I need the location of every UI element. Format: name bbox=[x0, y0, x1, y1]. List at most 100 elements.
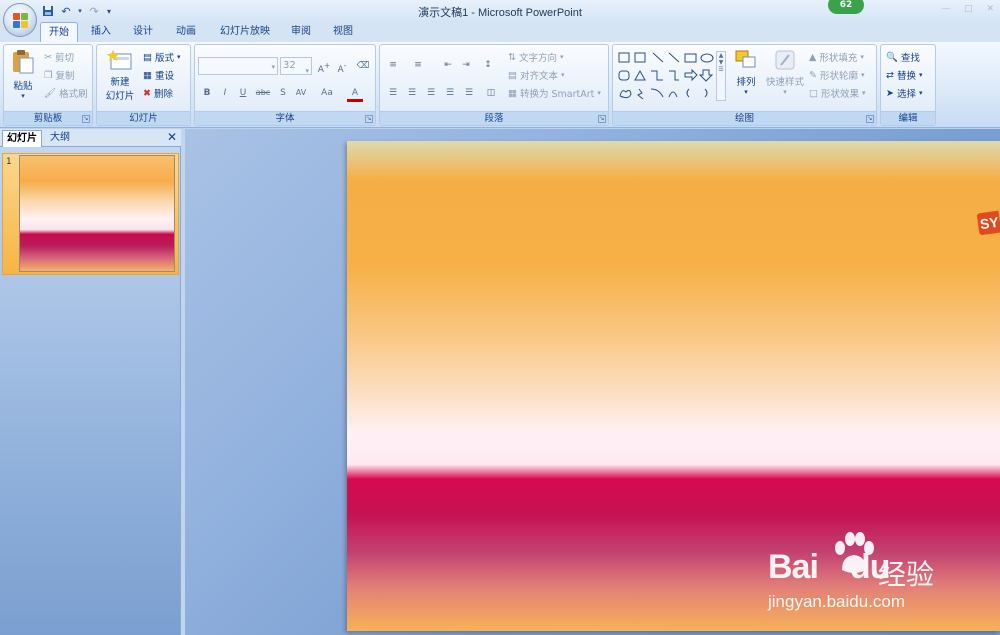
format-painter-button[interactable]: 🖌 格式刷 bbox=[44, 86, 88, 101]
shapes-scroll[interactable]: ▲ ▼ ☰ bbox=[716, 51, 726, 101]
clear-format-icon[interactable]: ⌫ bbox=[355, 58, 371, 74]
clipboard-launcher-icon[interactable]: ↘ bbox=[82, 115, 90, 123]
close-window-button[interactable]: ✕ bbox=[986, 4, 994, 14]
arrange-icon bbox=[735, 50, 756, 68]
paste-button[interactable]: 粘贴 ▾ bbox=[8, 49, 38, 100]
tab-slides[interactable]: 幻灯片 bbox=[2, 130, 42, 147]
align-left-icon[interactable]: ☰ bbox=[385, 85, 401, 101]
notification-badge: 62 bbox=[828, 0, 864, 14]
smartart-icon: ▦ bbox=[508, 87, 517, 99]
font-launcher-icon[interactable]: ↘ bbox=[365, 115, 373, 123]
paragraph-launcher-icon[interactable]: ↘ bbox=[598, 115, 606, 123]
maximize-button[interactable]: □ bbox=[964, 4, 973, 14]
distributed-icon[interactable]: ☰ bbox=[461, 85, 477, 101]
columns-icon[interactable]: ◫ bbox=[483, 85, 499, 101]
shrink-font-icon[interactable]: A- bbox=[334, 58, 350, 75]
increase-indent-icon[interactable]: ⇥ bbox=[458, 57, 474, 73]
font-name-dropdown-icon: ▾ bbox=[271, 63, 275, 71]
brush-icon: 🖌 bbox=[44, 87, 57, 99]
quick-styles-label: 快速样式 bbox=[765, 77, 804, 88]
paragraph-group-label: 段落 bbox=[380, 111, 608, 125]
layout-button[interactable]: ▤ 版式 ▾ bbox=[143, 50, 181, 65]
font-name-combo[interactable]: ▾ bbox=[198, 57, 278, 75]
line-spacing-icon[interactable]: ↕ bbox=[480, 57, 496, 73]
arrange-label: 排列 bbox=[736, 77, 756, 88]
arrange-dropdown-icon: ▾ bbox=[744, 88, 748, 96]
cut-button[interactable]: ✂ 剪切 bbox=[44, 50, 74, 65]
copy-button[interactable]: ❐ 复制 bbox=[44, 68, 75, 83]
tab-view[interactable]: 视图 bbox=[327, 22, 359, 42]
reset-label: 重设 bbox=[154, 71, 174, 82]
delete-slide-button[interactable]: ✖ 删除 bbox=[143, 86, 173, 101]
scissors-icon: ✂ bbox=[44, 51, 52, 63]
align-text-icon: ▤ bbox=[508, 69, 517, 81]
quick-styles-button[interactable]: 快速样式 ▾ bbox=[763, 49, 807, 96]
convert-smartart-button[interactable]: ▦ 转换为 SmartArt ▾ bbox=[508, 86, 601, 101]
align-text-label: 对齐文本 bbox=[519, 71, 558, 82]
numbering-icon[interactable]: ≡ bbox=[410, 57, 426, 73]
shape-outline-button[interactable]: ✎ 形状轮廓 ▾ bbox=[809, 68, 865, 83]
font-size-combo[interactable]: 32 ▾ bbox=[280, 57, 312, 75]
new-slide-button[interactable]: 新建 幻灯片 bbox=[100, 49, 140, 102]
shape-effects-dropdown-icon: ▾ bbox=[862, 89, 866, 97]
slides-panel: 幻灯片 大纲 ✕ 1 bbox=[0, 129, 181, 635]
find-label: 查找 bbox=[900, 53, 920, 64]
paint-bucket-icon: ▲ bbox=[809, 51, 817, 63]
tab-slideshow[interactable]: 幻灯片放映 bbox=[214, 22, 276, 42]
find-button[interactable]: 🔍 查找 bbox=[886, 50, 920, 65]
quick-styles-icon bbox=[775, 50, 795, 70]
align-text-button[interactable]: ▤ 对齐文本 ▾ bbox=[508, 68, 565, 83]
drawing-launcher-icon[interactable]: ↘ bbox=[866, 115, 874, 123]
strikethrough-icon[interactable]: abc bbox=[255, 85, 271, 101]
font-color-icon[interactable]: A bbox=[347, 85, 363, 102]
office-button[interactable] bbox=[3, 3, 37, 37]
tab-insert[interactable]: 插入 bbox=[85, 22, 117, 42]
bold-icon[interactable]: B bbox=[199, 85, 215, 101]
underline-icon[interactable]: U bbox=[235, 85, 251, 101]
shape-outline-dropdown-icon: ▾ bbox=[860, 71, 865, 79]
shape-outline-label: 形状轮廓 bbox=[819, 71, 858, 82]
select-button[interactable]: ➤ 选择 ▾ bbox=[886, 86, 923, 101]
align-center-icon[interactable]: ☰ bbox=[404, 85, 420, 101]
close-panel-icon[interactable]: ✕ bbox=[167, 130, 177, 144]
reset-icon: ▦ bbox=[143, 69, 152, 81]
tab-animations[interactable]: 动画 bbox=[170, 22, 202, 42]
replace-button[interactable]: ⇄ 替换 ▾ bbox=[886, 68, 923, 83]
paste-label: 粘贴 bbox=[13, 81, 33, 92]
copy-icon: ❐ bbox=[44, 69, 53, 81]
drawing-group-label: 绘图 bbox=[613, 111, 876, 125]
text-direction-button[interactable]: ⇅ 文字方向 ▾ bbox=[508, 50, 564, 65]
slide-number: 1 bbox=[6, 157, 12, 167]
tab-outline[interactable]: 大纲 bbox=[46, 130, 74, 147]
title-bar: ↶ ▾ ↷ ▾ 演示文稿1 - Microsoft PowerPoint 62 … bbox=[0, 0, 1000, 22]
bullets-icon[interactable]: ≡ bbox=[385, 57, 401, 73]
reset-button[interactable]: ▦ 重设 bbox=[143, 68, 174, 83]
char-spacing-icon[interactable]: AV bbox=[293, 85, 309, 101]
justify-icon[interactable]: ☰ bbox=[442, 85, 458, 101]
effects-icon: □ bbox=[809, 87, 818, 99]
arrange-button[interactable]: 排列 ▾ bbox=[731, 49, 761, 96]
tab-review[interactable]: 审阅 bbox=[285, 22, 317, 42]
shape-effects-button[interactable]: □ 形状效果 ▾ bbox=[809, 86, 866, 101]
decrease-indent-icon[interactable]: ⇤ bbox=[440, 57, 456, 73]
align-right-icon[interactable]: ☰ bbox=[423, 85, 439, 101]
select-dropdown-icon: ▾ bbox=[918, 89, 923, 97]
slides-group-label: 幻灯片 bbox=[97, 111, 190, 125]
shadow-icon[interactable]: S bbox=[275, 85, 291, 101]
ribbon-tabs: 开始 插入 设计 动画 幻灯片放映 审阅 视图 bbox=[0, 22, 1000, 42]
change-case-icon[interactable]: Aa bbox=[319, 85, 335, 101]
editing-group: 🔍 查找 ⇄ 替换 ▾ ➤ 选择 ▾ 编辑 bbox=[880, 44, 936, 126]
editing-group-label: 编辑 bbox=[881, 111, 935, 125]
font-size-dropdown-icon: ▾ bbox=[305, 67, 309, 75]
watermark-url: jingyan.baidu.com bbox=[768, 592, 906, 611]
italic-icon[interactable]: I bbox=[217, 85, 233, 101]
tab-design[interactable]: 设计 bbox=[127, 22, 159, 42]
slide-thumbnail[interactable] bbox=[19, 155, 175, 272]
shape-fill-button[interactable]: ▲ 形状填充 ▾ bbox=[809, 50, 864, 65]
format-painter-label: 格式刷 bbox=[59, 89, 88, 100]
minimize-button[interactable]: — bbox=[941, 4, 950, 14]
shapes-gallery[interactable] bbox=[617, 51, 721, 101]
grow-font-icon[interactable]: A+ bbox=[316, 58, 332, 75]
tab-home[interactable]: 开始 bbox=[40, 22, 78, 42]
new-slide-label-1: 新建 bbox=[110, 77, 130, 88]
